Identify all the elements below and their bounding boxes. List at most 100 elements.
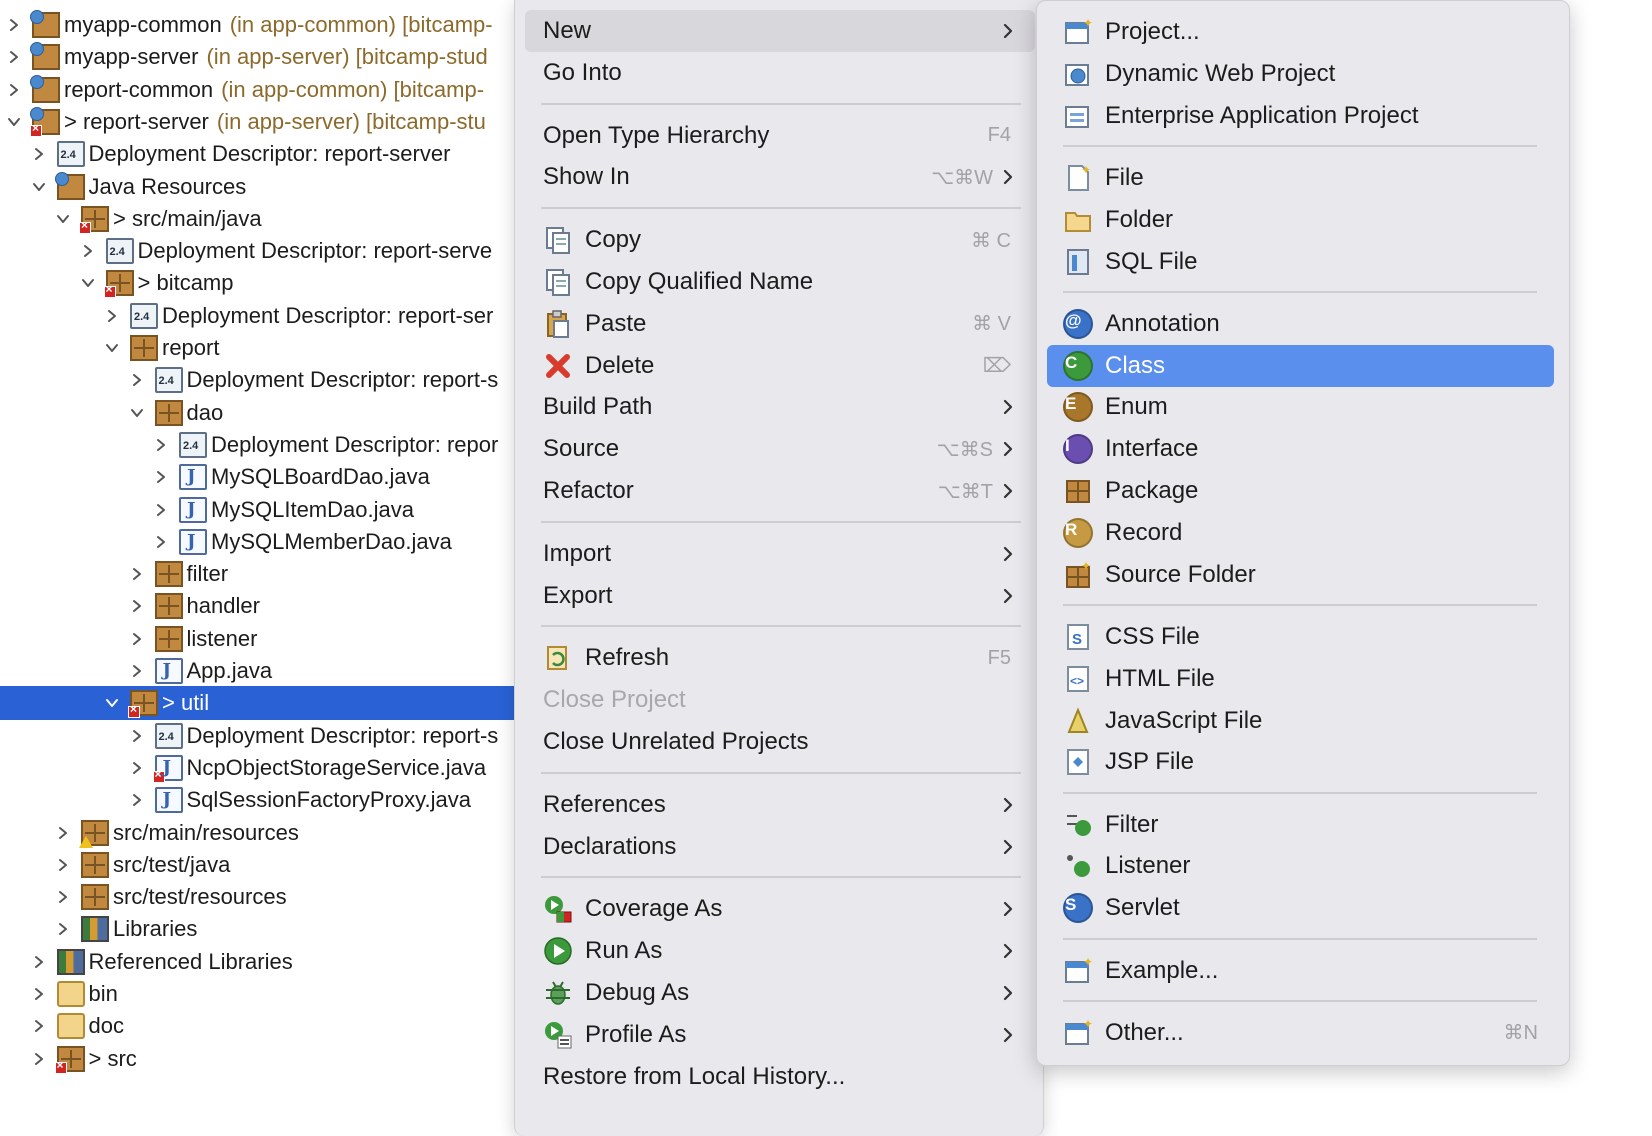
chevron-right-icon[interactable] xyxy=(4,80,24,100)
tree-row[interactable]: > src/main/java xyxy=(0,202,545,236)
tree-row[interactable]: Deployment Descriptor: report-s xyxy=(0,363,545,397)
submenu-item-html-file[interactable]: <> HTML File xyxy=(1047,658,1554,700)
chevron-right-icon[interactable] xyxy=(151,435,171,455)
submenu-item-dynamic-web-project[interactable]: Dynamic Web Project xyxy=(1047,53,1554,95)
tree-row[interactable]: Java Resources xyxy=(0,170,545,204)
tree-row[interactable]: report-common (in app-common) [bitcamp- xyxy=(0,73,545,107)
submenu-item-class[interactable]: C Class xyxy=(1047,344,1554,387)
menu-item-show-in[interactable]: Show In ⌥⌘W xyxy=(525,156,1035,198)
submenu-item-enum[interactable]: E Enum xyxy=(1047,386,1554,428)
chevron-right-icon[interactable] xyxy=(127,726,147,746)
tree-row[interactable]: > util xyxy=(0,686,545,721)
chevron-right-icon[interactable] xyxy=(29,952,49,972)
tree-row[interactable]: Deployment Descriptor: repor xyxy=(0,428,545,462)
menu-item-export[interactable]: Export xyxy=(525,575,1035,617)
submenu-item-example[interactable]: ✦ Example... xyxy=(1047,950,1554,992)
chevron-right-icon[interactable] xyxy=(127,758,147,778)
tree-row[interactable]: src/main/resources xyxy=(0,816,545,850)
tree-row[interactable]: MySQLBoardDao.java xyxy=(0,460,545,494)
chevron-right-icon[interactable] xyxy=(127,370,147,390)
menu-item-restore-from-local-history[interactable]: Restore from Local History... xyxy=(525,1056,1035,1098)
menu-item-profile-as[interactable]: Profile As xyxy=(525,1014,1035,1056)
menu-item-references[interactable]: References xyxy=(525,784,1035,826)
tree-row[interactable]: > bitcamp xyxy=(0,266,545,300)
menu-item-refresh[interactable]: Refresh F5 xyxy=(525,637,1035,679)
tree-row[interactable]: filter xyxy=(0,557,545,591)
submenu-item-css-file[interactable]: S CSS File xyxy=(1047,616,1554,658)
chevron-right-icon[interactable] xyxy=(151,467,171,487)
chevron-right-icon[interactable] xyxy=(127,661,147,681)
tree-row[interactable]: doc xyxy=(0,1009,545,1043)
menu-item-open-type-hierarchy[interactable]: Open Type Hierarchy F4 xyxy=(525,115,1035,157)
chevron-right-icon[interactable] xyxy=(53,823,73,843)
menu-item-build-path[interactable]: Build Path xyxy=(525,386,1035,428)
tree-row[interactable]: myapp-common (in app-common) [bitcamp- xyxy=(0,8,545,42)
chevron-right-icon[interactable] xyxy=(127,596,147,616)
submenu-item-interface[interactable]: I Interface xyxy=(1047,428,1554,470)
tree-row[interactable]: > src xyxy=(0,1042,545,1076)
chevron-down-icon[interactable] xyxy=(102,338,122,358)
menu-item-debug-as[interactable]: Debug As xyxy=(525,972,1035,1014)
tree-row[interactable]: bin xyxy=(0,977,545,1011)
tree-row[interactable]: SqlSessionFactoryProxy.java xyxy=(0,783,545,817)
tree-row[interactable]: MySQLItemDao.java xyxy=(0,493,545,527)
submenu-item-annotation[interactable]: @ Annotation xyxy=(1047,303,1554,345)
tree-row[interactable]: > report-server (in app-server) [bitcamp-… xyxy=(0,105,545,139)
menu-item-source[interactable]: Source ⌥⌘S xyxy=(525,428,1035,470)
tree-row[interactable]: Deployment Descriptor: report-s xyxy=(0,719,545,753)
chevron-right-icon[interactable] xyxy=(78,241,98,261)
submenu-item-package[interactable]: Package xyxy=(1047,470,1554,512)
chevron-right-icon[interactable] xyxy=(53,919,73,939)
menu-item-refactor[interactable]: Refactor ⌥⌘T xyxy=(525,470,1035,512)
chevron-right-icon[interactable] xyxy=(127,790,147,810)
chevron-right-icon[interactable] xyxy=(29,144,49,164)
submenu-item-folder[interactable]: Folder xyxy=(1047,199,1554,241)
chevron-down-icon[interactable] xyxy=(4,112,24,132)
tree-row[interactable]: dao xyxy=(0,396,545,430)
menu-item-copy-qualified-name[interactable]: Copy Qualified Name xyxy=(525,261,1035,303)
menu-item-go-into[interactable]: Go Into xyxy=(525,52,1035,94)
submenu-item-record[interactable]: R Record xyxy=(1047,512,1554,554)
submenu-item-sql-file[interactable]: SQL File xyxy=(1047,241,1554,283)
submenu-item-listener[interactable]: Listener xyxy=(1047,845,1554,887)
menu-item-run-as[interactable]: Run As xyxy=(525,930,1035,972)
chevron-down-icon[interactable] xyxy=(127,403,147,423)
tree-row[interactable]: App.java xyxy=(0,654,545,688)
tree-row[interactable]: MySQLMemberDao.java xyxy=(0,525,545,559)
chevron-right-icon[interactable] xyxy=(29,1016,49,1036)
tree-row[interactable]: src/test/java xyxy=(0,848,545,882)
menu-item-delete[interactable]: Delete ⌦ xyxy=(525,345,1035,387)
chevron-right-icon[interactable] xyxy=(102,306,122,326)
submenu-item-source-folder[interactable]: ✦ Source Folder xyxy=(1047,554,1554,596)
tree-row[interactable]: listener xyxy=(0,622,545,656)
chevron-right-icon[interactable] xyxy=(53,887,73,907)
chevron-right-icon[interactable] xyxy=(4,47,24,67)
submenu-item-file[interactable]: ✦ File xyxy=(1047,157,1554,199)
chevron-right-icon[interactable] xyxy=(127,564,147,584)
chevron-right-icon[interactable] xyxy=(4,15,24,35)
chevron-down-icon[interactable] xyxy=(29,177,49,197)
menu-item-copy[interactable]: Copy ⌘ C xyxy=(525,219,1035,261)
submenu-item-project[interactable]: ✦ Project... xyxy=(1047,11,1554,53)
chevron-right-icon[interactable] xyxy=(29,984,49,1004)
submenu-item-jsp-file[interactable]: JSP File xyxy=(1047,741,1554,783)
submenu-item-javascript-file[interactable]: JavaScript File xyxy=(1047,700,1554,742)
menu-item-new[interactable]: New xyxy=(525,10,1035,52)
chevron-down-icon[interactable] xyxy=(102,693,122,713)
tree-row[interactable]: myapp-server (in app-server) [bitcamp-stu… xyxy=(0,40,545,74)
chevron-right-icon[interactable] xyxy=(151,532,171,552)
chevron-down-icon[interactable] xyxy=(78,273,98,293)
submenu-item-filter[interactable]: Filter xyxy=(1047,804,1554,846)
tree-row[interactable]: Deployment Descriptor: report-ser xyxy=(0,299,545,333)
menu-item-coverage-as[interactable]: Coverage As xyxy=(525,888,1035,930)
menu-item-import[interactable]: Import xyxy=(525,533,1035,575)
tree-row[interactable]: report xyxy=(0,331,545,365)
menu-item-close-unrelated-projects[interactable]: Close Unrelated Projects xyxy=(525,721,1035,763)
chevron-right-icon[interactable] xyxy=(53,855,73,875)
tree-row[interactable]: NcpObjectStorageService.java xyxy=(0,751,545,785)
submenu-item-enterprise-application-project[interactable]: Enterprise Application Project xyxy=(1047,95,1554,137)
menu-item-declarations[interactable]: Declarations xyxy=(525,826,1035,868)
tree-row[interactable]: Deployment Descriptor: report-serve xyxy=(0,234,545,268)
chevron-right-icon[interactable] xyxy=(29,1049,49,1069)
tree-row[interactable]: handler xyxy=(0,589,545,623)
